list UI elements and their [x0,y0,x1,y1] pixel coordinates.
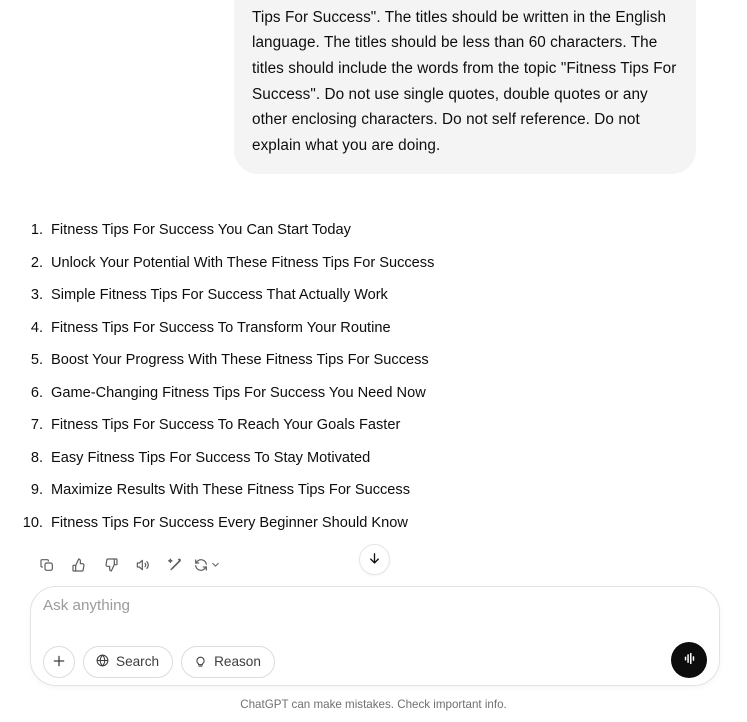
reason-tool-button[interactable]: Reason [181,646,275,678]
list-item-number: 9. [30,482,43,498]
list-item: 3. Simple Fitness Tips For Success That A… [0,287,747,320]
list-item: 9. Maximize Results With These Fitness Ti… [0,482,747,515]
arrow-down-icon [367,551,382,569]
list-item-text: Easy Fitness Tips For Success To Stay Mo… [51,449,371,466]
copy-icon [39,557,55,573]
globe-icon [95,653,110,671]
list-item: 8. Easy Fitness Tips For Success To Stay … [0,450,747,483]
user-message-bubble: who writes catchy titles for blog posts.… [234,0,696,175]
list-item: 1. Fitness Tips For Success You Can Start… [0,222,747,255]
list-item-number: 2. [30,254,43,271]
add-attachment-button[interactable] [43,646,75,678]
list-item-number: 5. [30,352,43,368]
edit-in-canvas-button[interactable] [161,551,188,578]
lightbulb-icon [193,653,208,671]
assistant-numbered-list: 1. Fitness Tips For Success You Can Start… [0,222,747,547]
user-message-text: who writes catchy titles for blog posts.… [252,0,677,154]
list-item-text: Maximize Results With These Fitness Tips… [51,482,411,498]
list-item-number: 1. [30,222,43,238]
disclaimer-text: ChatGPT can make mistakes. Check importa… [240,698,507,711]
voice-mode-button[interactable] [671,642,707,678]
composer-tool-row: Search Reason [43,646,275,678]
list-item-text: Fitness Tips For Success You Can Start T… [51,222,351,238]
list-item-number: 6. [30,384,43,401]
list-item-text: Fitness Tips For Success To Transform Yo… [51,319,391,336]
list-item-text: Boost Your Progress With These Fitness T… [51,352,429,368]
scroll-to-bottom-button[interactable] [359,544,390,575]
copy-button[interactable] [33,551,60,578]
plus-icon [51,653,67,672]
list-item: 2. Unlock Your Potential With These Fitne… [0,255,747,288]
search-tool-button[interactable]: Search [83,646,174,678]
list-item-text: Simple Fitness Tips For Success That Act… [51,287,388,303]
list-item-number: 10. [22,514,43,531]
list-item: 7. Fitness Tips For Success To Reach Your… [0,417,747,450]
assistant-message: 1. Fitness Tips For Success You Can Start… [0,222,747,547]
list-item-number: 4. [30,319,43,336]
list-item-number: 3. [30,287,43,303]
list-item-number: 8. [30,449,43,466]
prompt-input[interactable] [43,597,643,614]
list-item: 5. Boost Your Progress With These Fitness… [0,352,747,385]
chevron-down-icon [210,559,221,570]
message-composer: Search Reason [30,586,720,686]
thumbs-down-icon [103,557,119,573]
list-item-number: 7. [30,417,43,433]
regenerate-button[interactable] [193,551,223,578]
list-item: 4. Fitness Tips For Success To Transform … [0,320,747,353]
message-action-toolbar [33,551,223,578]
list-item-text: Unlock Your Potential With These Fitness… [51,254,435,271]
list-item: 10. Fitness Tips For Success Every Beginn… [0,515,747,548]
read-aloud-button[interactable] [129,551,156,578]
thumbs-up-button[interactable] [65,551,92,578]
thumbs-down-button[interactable] [97,551,124,578]
search-tool-label: Search [116,654,160,670]
waveform-icon [680,649,699,671]
list-item-text: Fitness Tips For Success To Reach Your G… [51,417,401,433]
list-item: 6. Game-Changing Fitness Tips For Success… [0,385,747,418]
speaker-icon [135,557,151,573]
pencil-sparkle-icon [167,557,183,573]
regenerate-icon [193,557,209,573]
list-item-text: Game-Changing Fitness Tips For Success Y… [51,384,426,401]
reason-tool-label: Reason [214,654,261,670]
list-item-text: Fitness Tips For Success Every Beginner … [51,514,408,531]
thumbs-up-icon [71,557,87,573]
